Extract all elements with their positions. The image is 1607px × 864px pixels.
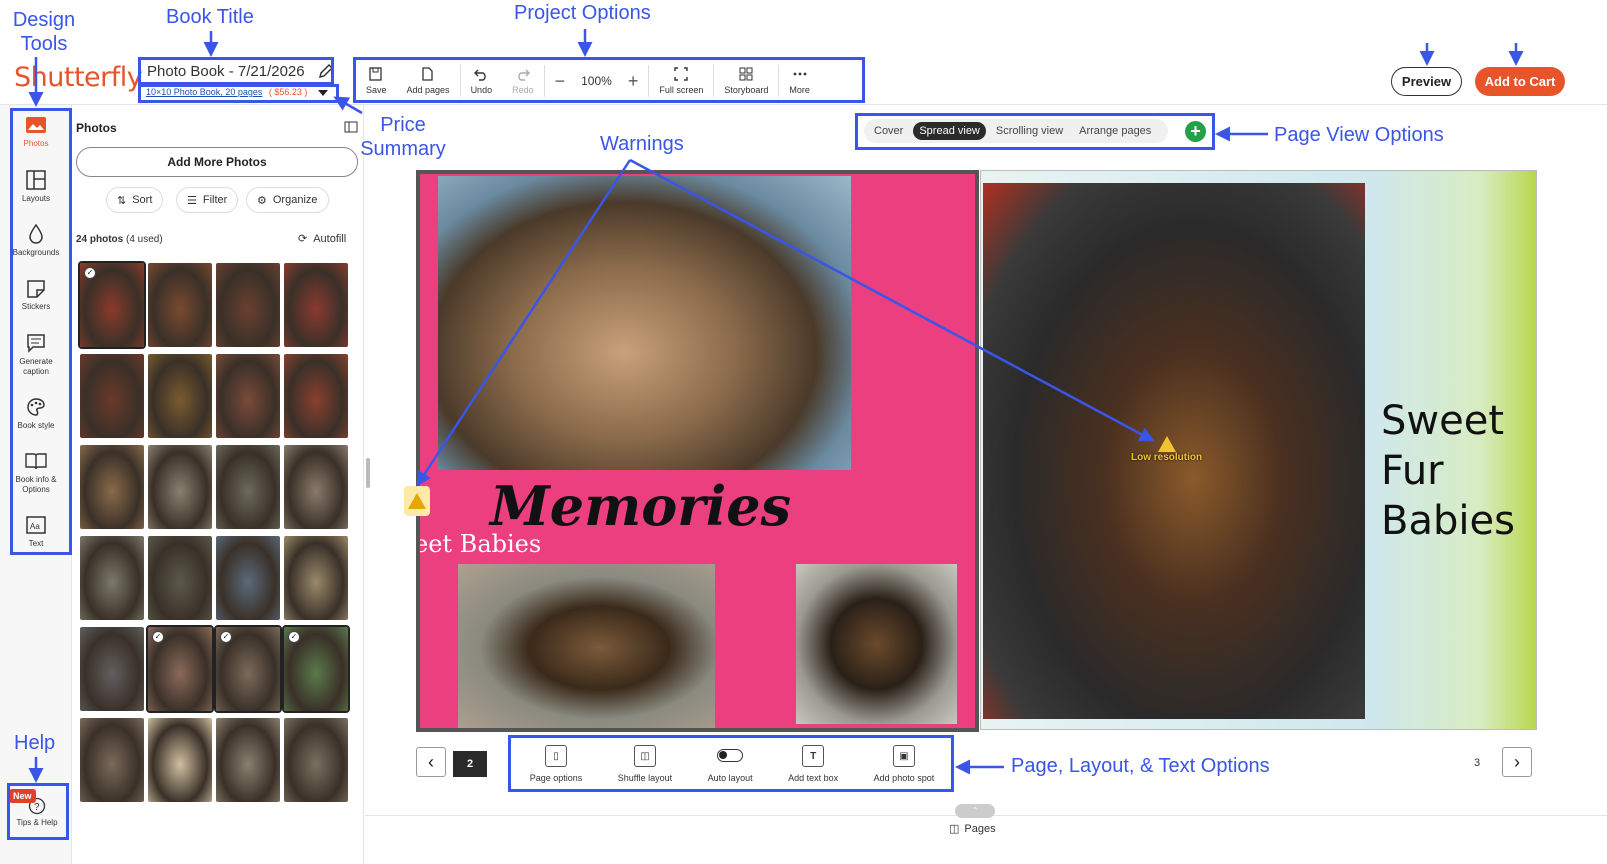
text-line: Fur [1381,448,1444,494]
chevron-right-icon: › [1514,751,1520,772]
photo-thumbnail[interactable]: ✓ [282,625,350,713]
check-icon: ✓ [84,267,96,279]
photo-thumbnail[interactable] [216,718,280,802]
photo-thumbnail[interactable] [148,263,212,347]
photo-slot-bottom-left[interactable] [458,564,715,728]
organize-button[interactable]: ⚙ Organize [246,187,329,213]
warning-icon [408,493,426,509]
photo-thumbnail[interactable] [80,354,144,438]
filter-icon: ☰ [187,194,197,207]
photo-thumbnail[interactable] [80,445,144,529]
sort-button[interactable]: ⇅ Sort [106,187,164,213]
organize-label: Organize [272,194,318,206]
page-number-left: 2 [453,751,487,777]
photo-slot-bottom-right[interactable] [796,564,957,724]
add-more-photos-button[interactable]: Add More Photos [76,147,358,177]
photo-thumbnail[interactable] [284,536,348,620]
check-icon: ✓ [152,631,164,643]
photo-thumbnail[interactable] [148,445,212,529]
sweet-fur-babies-text[interactable]: Sweet Fur Babies [1381,396,1515,546]
warning-badge[interactable] [404,486,430,516]
photo-count: 24 photos (4 used) [76,234,163,245]
annotation-page-view-options: Page View Options [1274,124,1444,146]
photo-thumbnail[interactable] [216,354,280,438]
photo-count-used: (4 used) [123,234,163,245]
photo-book-editor: Shutterfly Photo Book - 7/21/2026 10×10 … [0,0,1607,864]
photo-thumbnail[interactable] [216,536,280,620]
photos-panel: Photos Add More Photos ⇅ Sort ☰ Filter ⚙… [72,105,364,864]
check-icon: ✓ [220,631,232,643]
photo-count-number: 24 photos [76,234,124,245]
text-line: Sweet [1381,398,1505,444]
photo-thumbnail[interactable] [80,536,144,620]
chevron-left-icon: ‹ [428,751,434,772]
page-left[interactable]: Memories eet Babies [416,170,979,732]
annotation-book-title: Book Title [166,6,254,28]
annotation-project-options: Project Options [514,2,651,24]
photo-thumbnail[interactable] [284,445,348,529]
warning-icon [1157,436,1176,452]
annotation-box-price-summary [138,84,339,103]
annotation-box-help [7,783,69,840]
annotation-help: Help [14,732,56,754]
photo-thumbnail[interactable] [216,263,280,347]
panel-title: Photos [76,121,117,135]
filter-button[interactable]: ☰ Filter [176,187,239,213]
photo-thumbnail[interactable]: ✓ [78,261,146,349]
annotation-design-tools: Design Tools [12,9,76,55]
pages-icon: ◫ [949,823,960,835]
check-icon: ✓ [288,631,300,643]
photo-thumbnail[interactable] [284,263,348,347]
low-resolution-label: Low resolution [1131,452,1203,463]
photo-thumbnail[interactable] [148,354,212,438]
photo-thumbnail[interactable] [148,536,212,620]
shutterfly-logo[interactable]: Shutterfly [14,62,143,93]
pages-drawer-handle[interactable]: ⌃ [955,804,995,818]
gear-icon: ⚙ [257,194,267,207]
annotation-box-page-tools [508,735,954,792]
add-to-cart-button[interactable]: Add to Cart [1475,67,1565,96]
annotation-page-tools: Page, Layout, & Text Options [1011,755,1270,777]
photo-thumbnail[interactable] [80,627,144,711]
annotation-box-project-options [353,57,865,103]
annotation-warnings: Warnings [600,133,684,155]
annotation-box-page-view-options [855,113,1215,150]
photo-thumbnail[interactable] [216,445,280,529]
memories-text[interactable]: Memories [490,474,791,538]
refresh-icon: ⟳ [298,233,308,245]
page-number-right: 3 [1474,757,1481,769]
chevron-up-icon: ⌃ [971,806,979,815]
sort-icon: ⇅ [117,194,127,207]
photo-thumbnail[interactable] [284,718,348,802]
annotation-box-book-title [138,57,334,85]
autofill-label: Autofill [313,232,347,245]
photo-thumbnail[interactable] [148,718,212,802]
sort-label: Sort [132,194,153,206]
photo-thumbnail[interactable]: ✓ [214,625,282,713]
low-resolution-warning[interactable]: Low resolution [1131,436,1202,463]
prev-page-button[interactable]: ‹ [416,747,446,777]
autofill-button[interactable]: ⟳ Autofill [298,232,347,246]
page-right[interactable]: Low resolution Sweet Fur Babies [980,170,1537,730]
panel-collapse-handle[interactable] [366,458,370,488]
photo-thumbnail[interactable]: ✓ [146,625,214,713]
next-page-button[interactable]: › [1502,747,1532,777]
annotation-box-design-tools [10,108,72,555]
sweet-babies-text[interactable]: eet Babies [420,530,541,558]
photo-thumbnail[interactable] [80,718,144,802]
photo-slot-top[interactable] [438,176,851,470]
pages-drawer-button[interactable]: ◫ Pages [949,822,996,836]
annotation-price-summary: Price Summary [360,114,446,160]
photo-thumbnail[interactable] [284,354,348,438]
pages-label: Pages [964,822,996,835]
preview-button[interactable]: Preview [1391,67,1462,96]
text-line: Babies [1381,498,1515,544]
filter-label: Filter [202,194,228,206]
